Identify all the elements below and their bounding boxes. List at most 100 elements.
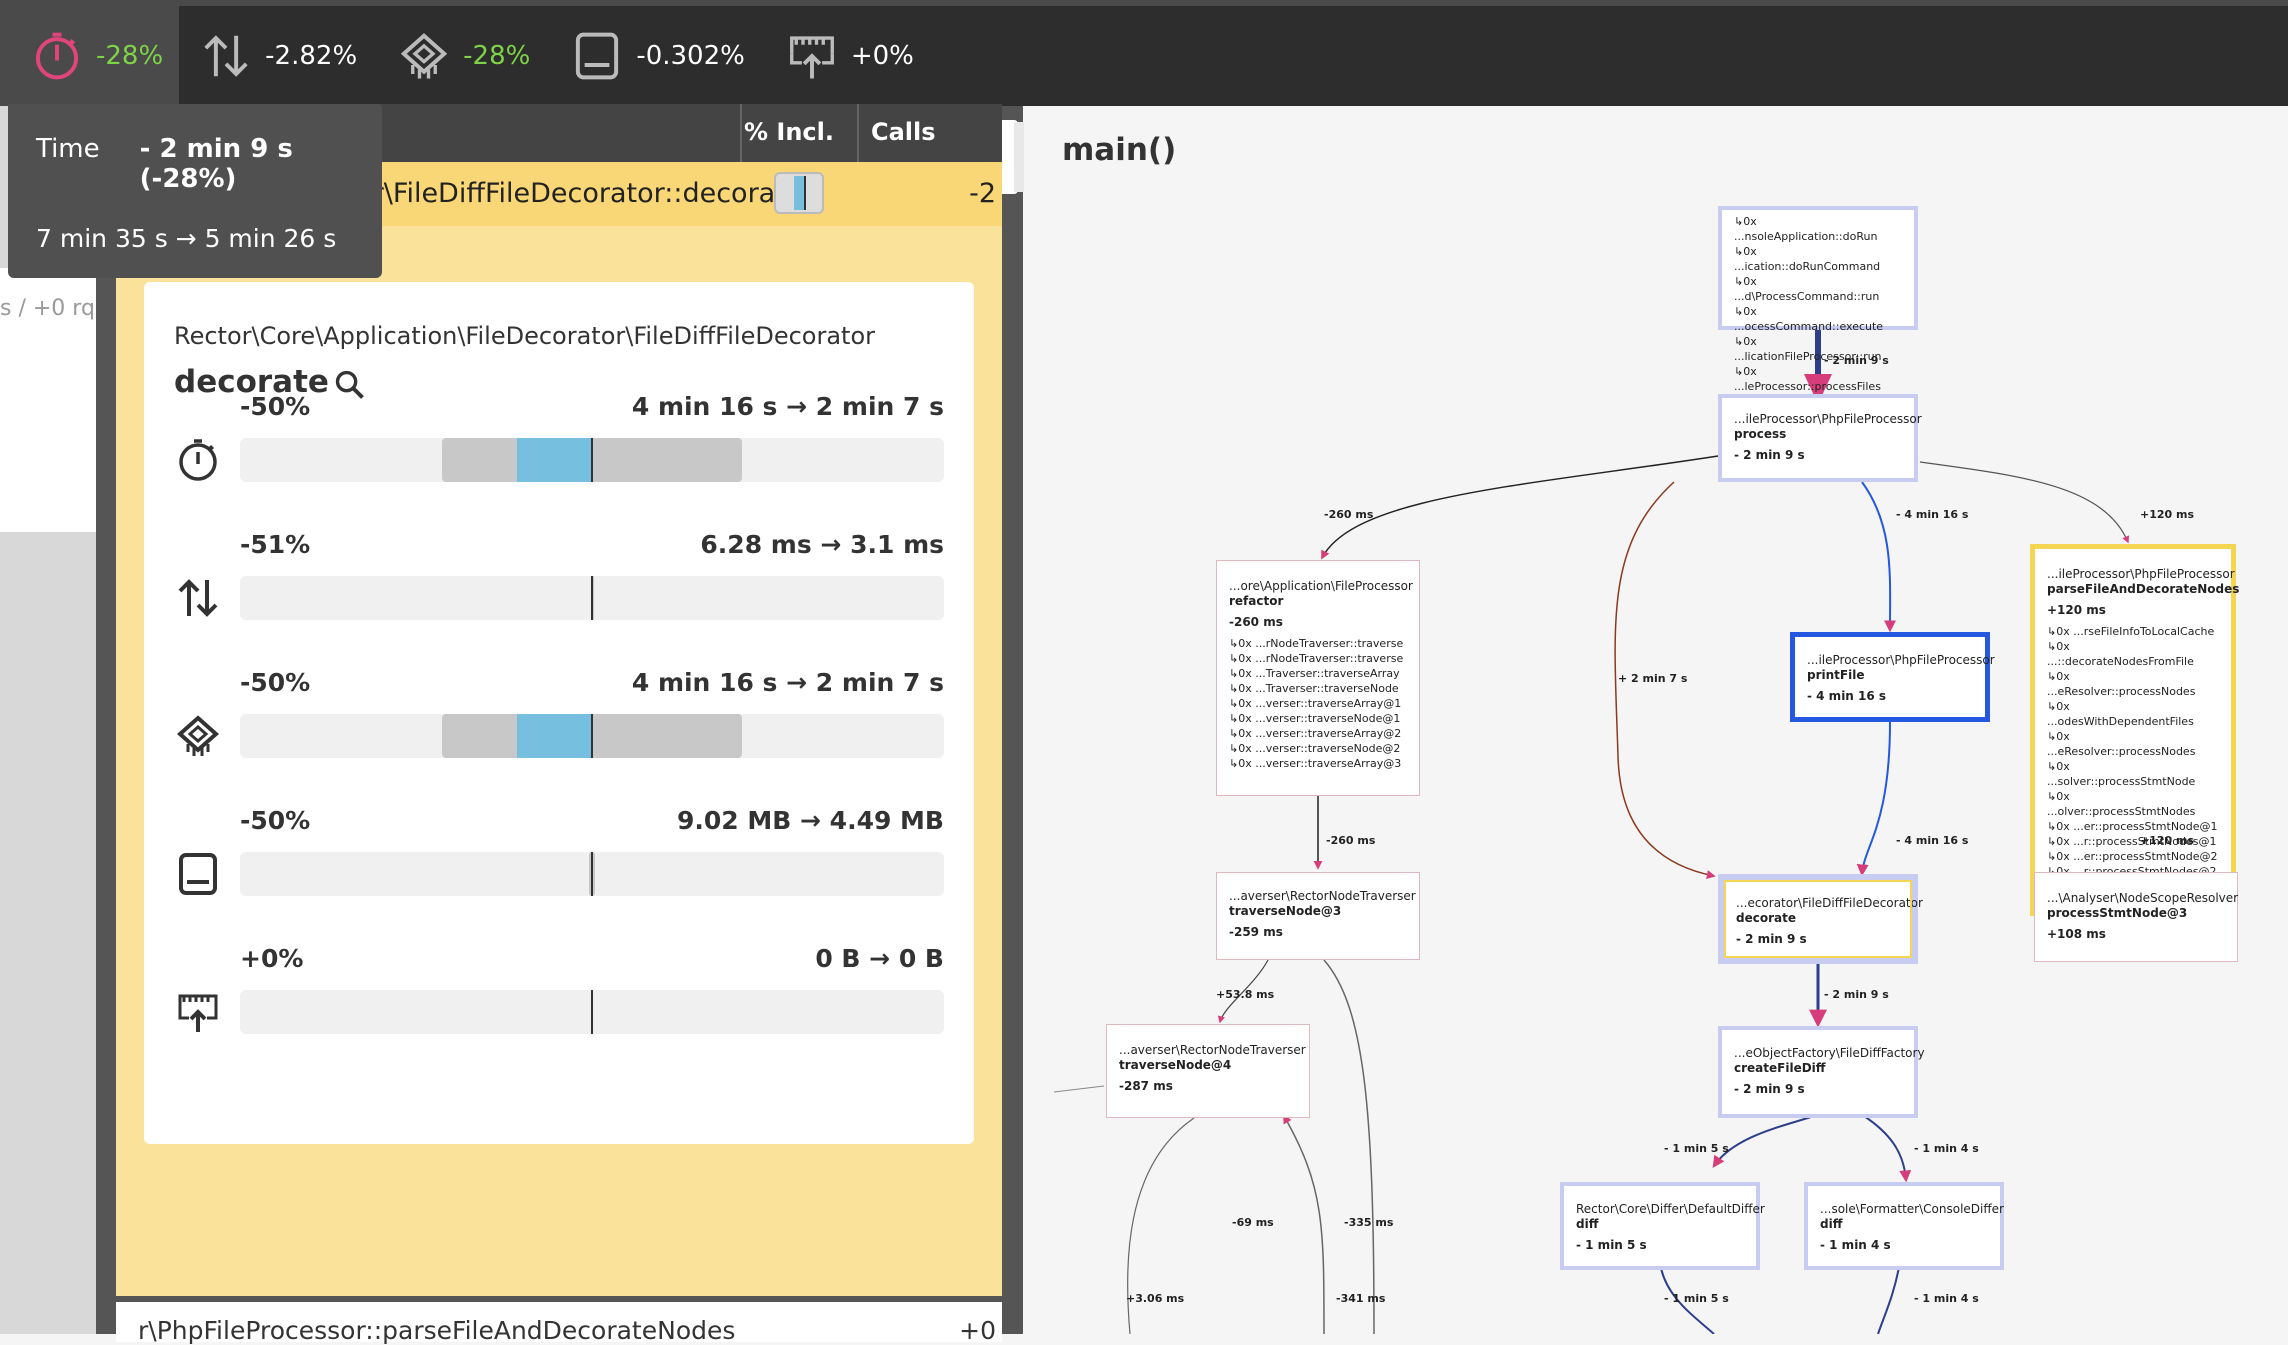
edge-label: + 2 min 7 s [1618,672,1688,685]
metric-time-value: -28% [96,41,164,71]
metric-bar [240,990,944,1034]
function-row[interactable]: r\PhpFileProcessor::parseFileAndDecorate… [116,1302,1002,1345]
memory-icon [576,32,619,80]
network-icon [789,36,834,79]
detail-namespace: Rector\Core\Application\FileDecorator\Fi… [174,322,875,350]
metric-io-value: -2.82% [265,41,358,71]
metric-range: 6.28 ms → 3.1 ms [700,530,944,559]
metric-bar-center [591,990,593,1034]
metric-network-value: +0% [850,41,914,71]
detail-metric-time: -50% 4 min 16 s → 2 min 7 s [174,392,944,530]
edge [1283,1114,1325,1334]
edge [1877,1261,1901,1334]
function-delta: +0 [959,1316,996,1345]
edge-label: -260 ms [1324,508,1374,521]
network-icon [178,994,218,1032]
metric-pct: -50% [240,392,311,421]
metric-pct: -50% [240,806,311,835]
cpu-icon [176,715,220,756]
column-header-incl[interactable]: % Incl. [744,118,834,146]
node-calls: ↳0x ...rNodeTraverser::traverse ↳0x ...rN… [1229,637,1404,770]
graph-node-printfile[interactable]: ...ileProcessor\PhpFileProcessor printFil… [1790,632,1995,722]
edge-label: +120 ms [2140,508,2195,521]
edge-label: - 1 min 4 s [1914,1292,1979,1305]
metric-io[interactable]: -2.82% [179,6,377,106]
detail-metric-memory: -50% 9.02 MB → 4.49 MB [174,806,944,944]
metric-bar-center [591,852,593,896]
metric-bar [240,852,944,896]
memory-icon [179,853,217,895]
metric-time[interactable]: -28% [0,6,180,106]
edge-label: -335 ms [1344,1216,1394,1229]
metric-range: 9.02 MB → 4.49 MB [677,806,944,835]
call-graph[interactable]: main() ↳0x ...nsoleApplication::doRun ↳0x… [1024,106,2288,1334]
metric-network[interactable]: +0% [765,6,934,106]
incl-bar [774,172,824,214]
edge [1863,1115,1912,1183]
edge [1053,1085,1105,1093]
edge-label: - 1 min 5 s [1664,1142,1729,1155]
graph-node-parsefile[interactable]: ...ileProcessor\PhpFileProcessor parseFil… [2030,544,2239,916]
metrics-toolbar: -28% -2.82% -28% -0.302% +0% [0,0,2288,106]
metric-cpu[interactable]: -28% [377,6,550,106]
edge-label: - 2 min 9 s [1824,354,1889,367]
detail-metric-io: -51% 6.28 ms → 3.1 ms [174,530,944,668]
edge-label: -260 ms [1326,834,1376,847]
metric-range: 0 B → 0 B [815,944,944,973]
function-detail-pane: Rector\Core\Application\FileDecorator\Fi… [116,226,1002,1296]
metric-bar [240,714,944,758]
metric-memory-value: -0.302% [636,41,745,71]
metric-pct: -50% [240,668,311,697]
edge-label: +120 ms [2140,834,2195,847]
metric-bar [240,576,944,620]
metric-bar-center [591,438,593,482]
graph-node-traverse3[interactable]: ...averser\RectorNodeTraverser traverseNo… [1216,872,1420,960]
graph-node-diff-console[interactable]: ...sole\Formatter\ConsoleDiffer diff - 1 m… [1804,1182,2004,1270]
edge-label: +3.06 ms [1126,1292,1185,1305]
tooltip-delta: - 2 min 9 s (-28%) [139,134,293,194]
function-name: r\PhpFileProcessor::parseFileAndDecorate… [138,1316,736,1345]
left-stub-text: s / +0 rq [0,296,95,321]
metric-bar [240,438,944,482]
edge-label: +53.8 ms [1216,988,1275,1001]
tooltip-range: 7 min 35 s → 5 min 26 s [36,224,337,253]
edge [1856,721,1891,877]
graph-node-decorate[interactable]: ...ecorator\FileDiffFileDecorator decorat… [1718,874,1923,964]
edge-label: - 1 min 4 s [1914,1142,1979,1155]
graph-node-diff-default[interactable]: Rector\Core\Differ\DefaultDiffer diff - 1 … [1560,1182,1765,1270]
metric-bar-after [517,714,592,758]
edge-label: -69 ms [1232,1216,1274,1229]
metric-bar-center [591,714,593,758]
metric-pct: -51% [240,530,311,559]
column-header-calls[interactable]: Calls [857,104,936,162]
edge-label: -341 ms [1336,1292,1386,1305]
io-arrows-icon [178,579,218,617]
tooltip-label: Time [36,134,100,164]
detail-metric-cpu: -50% 4 min 16 s → 2 min 7 s [174,668,944,806]
graph-node-top[interactable]: ↳0x ...nsoleApplication::doRun ↳0x ...ica… [1718,206,1918,393]
graph-node-scope[interactable]: ...\Analyser\NodeScopeResolver processStm… [2034,872,2238,962]
function-detail-card: Rector\Core\Application\FileDecorator\Fi… [144,282,974,1144]
edge-label: - 4 min 16 s [1896,834,1969,847]
io-arrows-icon [204,35,248,77]
edge [1919,461,2130,544]
graph-node-refactor[interactable]: ...ore\Application\FileProcessor refactor… [1216,560,1420,796]
edge [1321,455,1719,560]
cpu-icon [400,33,448,79]
edge-label: - 1 min 5 s [1664,1292,1729,1305]
node-calls: ↳0x ...nsoleApplication::doRun ↳0x ...ica… [1734,215,1884,393]
stopwatch-icon [35,32,79,80]
edge [1712,1115,1815,1168]
selected-function-delta: -2 [969,178,996,209]
metric-pct: +0% [240,944,304,973]
detail-metric-network: +0% 0 B → 0 B [174,944,944,1082]
metric-range: 4 min 16 s → 2 min 7 s [631,392,944,421]
graph-title: main() [1062,132,1177,168]
edge [1323,959,1375,1334]
left-sidebar-stub: s / +0 rq [0,106,96,1334]
graph-node-traverse4[interactable]: ...averser\RectorNodeTraverser traverseNo… [1106,1024,1310,1118]
metric-bar-center [591,576,593,620]
graph-node-process[interactable]: ...ileProcessor\PhpFileProcessor process -… [1718,394,1922,482]
graph-node-createfilediff[interactable]: ...eObjectFactory\FileDiffFactory createF… [1718,1026,1925,1118]
metric-memory[interactable]: -0.302% [550,6,765,106]
